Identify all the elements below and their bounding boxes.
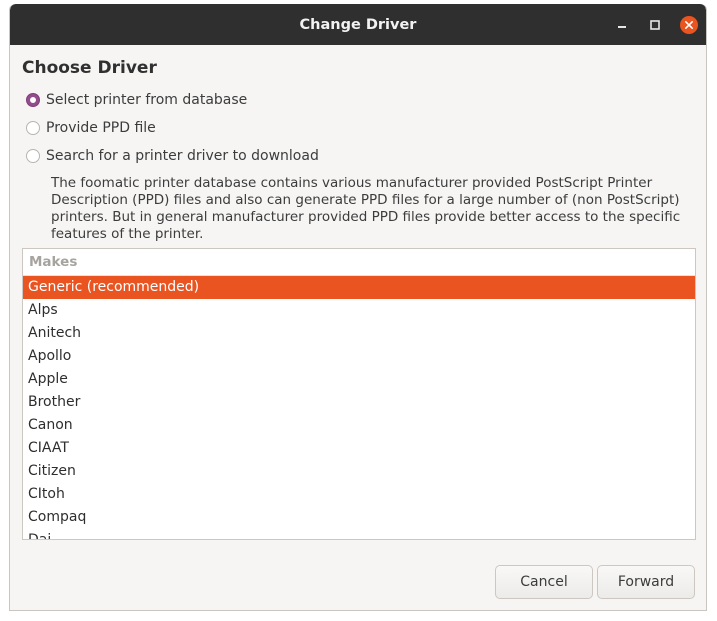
list-item[interactable]: Dai	[23, 529, 695, 539]
radio-label: Search for a printer driver to download	[46, 148, 319, 164]
list-item[interactable]: Compaq	[23, 506, 695, 529]
list-item[interactable]: Canon	[23, 414, 695, 437]
list-item[interactable]: Brother	[23, 391, 695, 414]
radio-unchecked-icon[interactable]	[26, 149, 40, 163]
radio-select-from-database[interactable]: Select printer from database	[26, 90, 247, 110]
window-title: Change Driver	[299, 17, 417, 33]
minimize-icon[interactable]	[613, 16, 631, 34]
list-item[interactable]: Citizen	[23, 460, 695, 483]
list-item[interactable]: Apple	[23, 368, 695, 391]
title-bar[interactable]: Change Driver	[10, 4, 706, 45]
list-item[interactable]: CIAAT	[23, 437, 695, 460]
radio-label: Provide PPD file	[46, 120, 156, 136]
list-item[interactable]: Generic (recommended)	[23, 276, 695, 299]
radio-unchecked-icon[interactable]	[26, 121, 40, 135]
forward-button[interactable]: Forward	[597, 565, 695, 599]
radio-label: Select printer from database	[46, 92, 248, 108]
list-item[interactable]: Apollo	[23, 345, 695, 368]
database-description: The foomatic printer database contains v…	[51, 175, 681, 242]
radio-checked-icon[interactable]	[26, 93, 40, 107]
maximize-icon[interactable]	[646, 16, 664, 34]
list-item[interactable]: CItoh	[23, 483, 695, 506]
cancel-button[interactable]: Cancel	[495, 565, 593, 599]
page-title: Choose Driver	[22, 58, 157, 78]
makes-column-header[interactable]: Makes	[23, 249, 695, 276]
radio-search-driver-download[interactable]: Search for a printer driver to download	[26, 146, 319, 166]
list-item[interactable]: Alps	[23, 299, 695, 322]
list-item[interactable]: Anitech	[23, 322, 695, 345]
change-driver-dialog: Change Driver Choose Driver Select print…	[9, 4, 707, 611]
radio-provide-ppd-file[interactable]: Provide PPD file	[26, 118, 156, 138]
makes-list[interactable]: Makes Generic (recommended) Alps Anitech…	[22, 248, 696, 540]
close-icon[interactable]	[679, 15, 699, 35]
